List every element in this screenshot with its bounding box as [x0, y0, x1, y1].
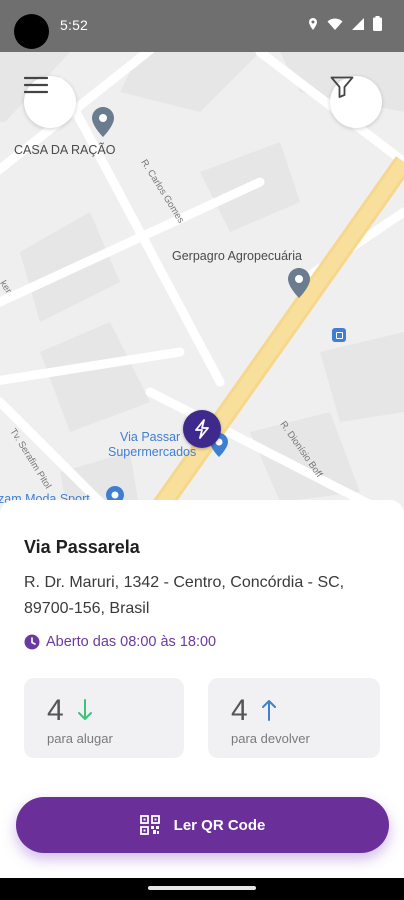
arrow-down-icon — [78, 699, 92, 720]
hamburger-icon — [24, 76, 48, 94]
read-qr-button[interactable]: Ler QR Code — [16, 797, 389, 853]
system-nav-bar — [0, 878, 404, 900]
clock-icon — [24, 634, 40, 650]
opening-hours-text: Aberto das 08:00 às 18:00 — [46, 634, 217, 650]
arrow-up-icon — [262, 700, 276, 721]
filter-button[interactable] — [330, 76, 382, 128]
menu-button[interactable] — [24, 76, 76, 128]
poi-pin-icon[interactable] — [288, 268, 310, 298]
status-time: 5:52 — [60, 17, 89, 33]
return-card: 4 para devolver — [208, 678, 380, 758]
map-label-gerpagro[interactable]: Gerpagro Agropecuária — [172, 249, 302, 263]
map-label-casa[interactable]: CASA DA RAÇÃO — [14, 143, 115, 157]
signal-icon — [352, 17, 364, 30]
filter-icon — [330, 76, 354, 98]
place-address: R. Dr. Maruri, 1342 - Centro, Concórdia … — [24, 574, 345, 617]
status-bar: 5:52 — [0, 0, 404, 52]
map-view[interactable]: CASA DA RAÇÃO Gerpagro Agropecuária R. C… — [0, 52, 404, 522]
home-gesture-handle[interactable] — [148, 886, 256, 890]
map-label-supermercados[interactable]: Supermercados — [108, 445, 196, 459]
lightning-icon — [195, 419, 209, 439]
return-count: 4 — [231, 694, 248, 727]
place-name: Via Passarela — [24, 537, 140, 557]
camera-cutout — [14, 14, 49, 49]
status-icons — [307, 16, 382, 31]
rent-count: 4 — [47, 694, 64, 727]
wifi-icon — [327, 18, 343, 30]
poi-pin-icon[interactable] — [92, 107, 114, 137]
read-qr-label: Ler QR Code — [173, 816, 266, 834]
bus-stop-icon[interactable] — [332, 328, 346, 342]
app-screen: 5:52 CASA DA RAÇÃO Gerpagro Agropecuária… — [0, 0, 404, 900]
map-label-via-passarela[interactable]: Via Passar — [120, 430, 180, 444]
rent-caption: para alugar — [47, 731, 113, 746]
station-details-sheet: Via Passarela R. Dr. Maruri, 1342 - Cent… — [0, 500, 404, 878]
opening-hours: Aberto das 08:00 às 18:00 — [24, 634, 216, 650]
location-icon — [309, 17, 317, 30]
rent-card: 4 para alugar — [24, 678, 184, 758]
qr-code-icon — [139, 815, 160, 835]
battery-icon — [373, 16, 382, 31]
station-marker[interactable] — [183, 410, 221, 448]
return-caption: para devolver — [231, 731, 310, 746]
